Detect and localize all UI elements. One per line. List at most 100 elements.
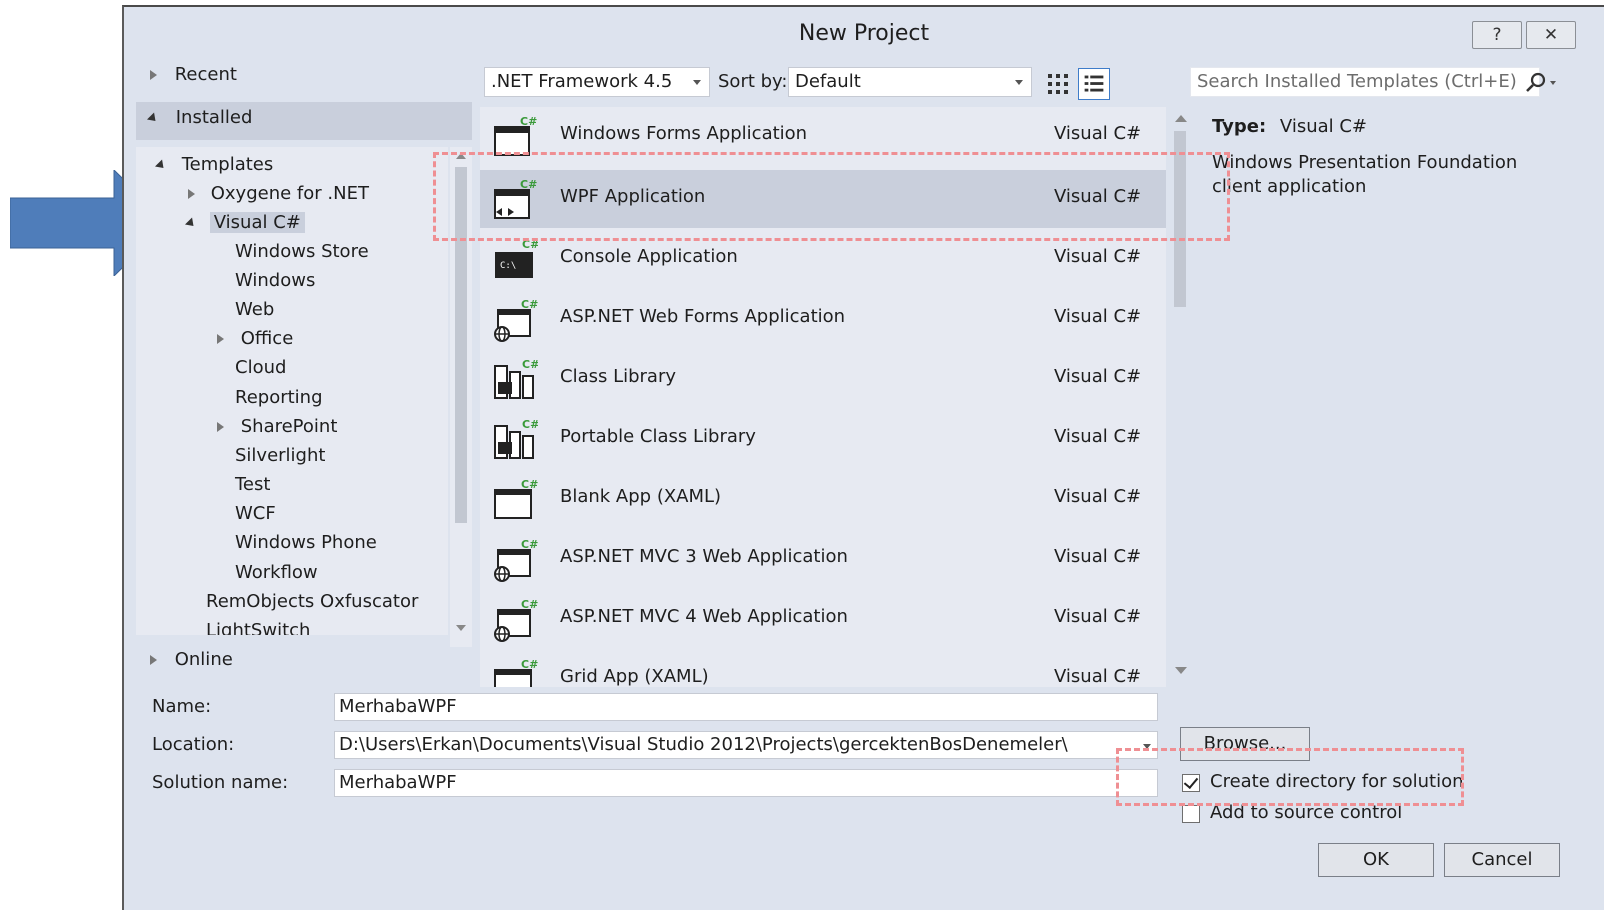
svg-text:C#: C# xyxy=(521,298,538,311)
dialog-title: New Project xyxy=(798,21,930,46)
location-label: Location: xyxy=(152,734,235,755)
close-icon: ✕ xyxy=(1543,25,1559,45)
template-language: Visual C# xyxy=(1054,366,1142,387)
scroll-down-icon[interactable] xyxy=(456,625,466,631)
new-project-dialog: New Project ? ✕ Recent Installed Templat… xyxy=(122,5,1604,910)
template-item-aspnet-mvc3[interactable]: C# ASP.NET MVC 3 Web Application Visual … xyxy=(480,530,1166,588)
solution-name-label: Solution name: xyxy=(152,772,289,793)
tree-item-remobjects[interactable]: RemObjects Oxfuscator xyxy=(206,588,418,616)
sort-select[interactable]: Default xyxy=(788,67,1032,97)
chevron-down-icon xyxy=(693,80,701,85)
web-icon: C# xyxy=(494,538,538,582)
tree-label: Online xyxy=(174,649,233,670)
ok-button[interactable]: OK xyxy=(1318,843,1434,877)
browse-button[interactable]: Browse... xyxy=(1180,727,1310,761)
template-name: WPF Application xyxy=(560,186,706,207)
template-list-scrollbar[interactable] xyxy=(1166,107,1194,687)
tree-item-windows-phone[interactable]: Windows Phone xyxy=(235,529,377,557)
tree-label: Recent xyxy=(174,64,237,85)
template-language: Visual C# xyxy=(1054,606,1142,627)
collapse-arrow-icon xyxy=(184,216,198,230)
svg-text:C#: C# xyxy=(521,658,538,671)
template-item-windows-forms[interactable]: C# Windows Forms Application Visual C# xyxy=(480,107,1166,165)
tree-item-windows-store[interactable]: Windows Store xyxy=(235,238,369,266)
help-button[interactable]: ? xyxy=(1472,21,1522,49)
title-bar: New Project ? ✕ xyxy=(124,7,1604,55)
framework-select[interactable]: .NET Framework 4.5 xyxy=(484,67,710,97)
tree-scroll-thumb[interactable] xyxy=(455,167,467,523)
tree-item-installed[interactable]: Installed xyxy=(146,104,253,132)
wpf-icon: C# xyxy=(494,178,537,219)
search-placeholder: Search Installed Templates (Ctrl+E) xyxy=(1197,71,1517,92)
tree-label: Installed xyxy=(175,107,253,128)
expand-arrow-icon xyxy=(188,189,195,199)
create-directory-checkbox[interactable] xyxy=(1182,774,1200,792)
template-item-console[interactable]: C:\ C# Console Application Visual C# xyxy=(480,230,1166,288)
close-button[interactable]: ✕ xyxy=(1526,21,1576,49)
cancel-button[interactable]: Cancel xyxy=(1444,843,1560,877)
tree-item-lightswitch[interactable]: LightSwitch xyxy=(206,617,310,635)
tree-item-windows[interactable]: Windows xyxy=(235,267,315,295)
tree-item-online[interactable]: Online xyxy=(150,646,233,674)
blank-app-icon: C# xyxy=(494,478,538,519)
expand-arrow-icon xyxy=(217,422,224,432)
class-library-icon: C# xyxy=(494,418,538,459)
template-name: Console Application xyxy=(560,246,738,267)
tree-item-test[interactable]: Test xyxy=(235,471,270,499)
add-source-control-checkbox[interactable] xyxy=(1182,805,1200,823)
template-language: Visual C# xyxy=(1054,486,1142,507)
scroll-up-icon[interactable] xyxy=(1175,115,1187,122)
template-language: Visual C# xyxy=(1054,306,1142,327)
search-icon[interactable] xyxy=(1518,68,1558,98)
tree-item-templates[interactable]: Templates xyxy=(154,151,273,179)
name-label: Name: xyxy=(152,696,212,717)
list-scroll-thumb[interactable] xyxy=(1174,131,1186,307)
tree-item-reporting[interactable]: Reporting xyxy=(235,384,323,412)
template-item-class-library[interactable]: C# Class Library Visual C# xyxy=(480,350,1166,408)
location-value: D:\Users\Erkan\Documents\Visual Studio 2… xyxy=(339,734,1068,755)
list-view-icon[interactable] xyxy=(1078,68,1110,100)
class-library-icon: C# xyxy=(494,358,538,399)
template-type: Type: Visual C# xyxy=(1212,115,1572,139)
tree-item-silverlight[interactable]: Silverlight xyxy=(235,442,325,470)
tree-item-cloud[interactable]: Cloud xyxy=(235,354,286,382)
type-label: Type: xyxy=(1212,116,1267,137)
add-source-control-label: Add to source control xyxy=(1210,802,1403,823)
template-item-aspnet-web-forms[interactable]: C# ASP.NET Web Forms Application Visual … xyxy=(480,290,1166,348)
location-input[interactable]: D:\Users\Erkan\Documents\Visual Studio 2… xyxy=(334,731,1158,759)
windows-forms-icon: C# xyxy=(494,115,537,156)
grid-app-icon: C# xyxy=(494,658,538,687)
scroll-up-icon[interactable] xyxy=(456,153,466,159)
tree-item-visual-csharp[interactable]: Visual C# xyxy=(184,209,305,237)
template-name: Windows Forms Application xyxy=(560,123,808,144)
tree-item-office[interactable]: Office xyxy=(217,325,293,353)
description-text: Windows Presentation Foundation client a… xyxy=(1212,152,1518,197)
tree-item-wcf[interactable]: WCF xyxy=(235,500,276,528)
template-item-wpf[interactable]: C# WPF Application Visual C# xyxy=(480,170,1166,228)
template-item-grid-app[interactable]: C# Grid App (XAML) Visual C# xyxy=(480,650,1166,687)
web-icon: C# xyxy=(494,598,538,642)
template-item-aspnet-mvc4[interactable]: C# ASP.NET MVC 4 Web Application Visual … xyxy=(480,590,1166,648)
collapse-arrow-icon xyxy=(154,158,168,172)
tree-item-oxygene[interactable]: Oxygene for .NET xyxy=(188,180,369,208)
tree-scrollbar[interactable] xyxy=(450,147,472,647)
template-item-portable-class-library[interactable]: C# Portable Class Library Visual C# xyxy=(480,410,1166,468)
scroll-down-icon[interactable] xyxy=(1175,667,1187,674)
name-input[interactable]: MerhabaWPF xyxy=(334,693,1158,721)
tree-label: SharePoint xyxy=(240,416,338,437)
template-name: Blank App (XAML) xyxy=(560,486,722,507)
template-item-blank-app[interactable]: C# Blank App (XAML) Visual C# xyxy=(480,470,1166,528)
chevron-down-icon[interactable] xyxy=(1143,744,1151,749)
tree-item-sharepoint[interactable]: SharePoint xyxy=(217,413,337,441)
template-name: ASP.NET Web Forms Application xyxy=(560,306,846,327)
search-input[interactable]: Search Installed Templates (Ctrl+E) xyxy=(1190,67,1540,97)
tree-item-recent[interactable]: Recent xyxy=(150,61,237,89)
tree-item-web[interactable]: Web xyxy=(235,296,274,324)
tree-label: Oxygene for .NET xyxy=(210,183,369,204)
tree-item-workflow[interactable]: Workflow xyxy=(235,559,318,587)
svg-text:C#: C# xyxy=(520,178,537,191)
grid-view-icon[interactable] xyxy=(1042,68,1074,100)
svg-text:C#: C# xyxy=(520,115,537,128)
solution-name-input[interactable]: MerhabaWPF xyxy=(334,769,1158,797)
template-list: C# Windows Forms Application Visual C# C… xyxy=(480,107,1166,687)
